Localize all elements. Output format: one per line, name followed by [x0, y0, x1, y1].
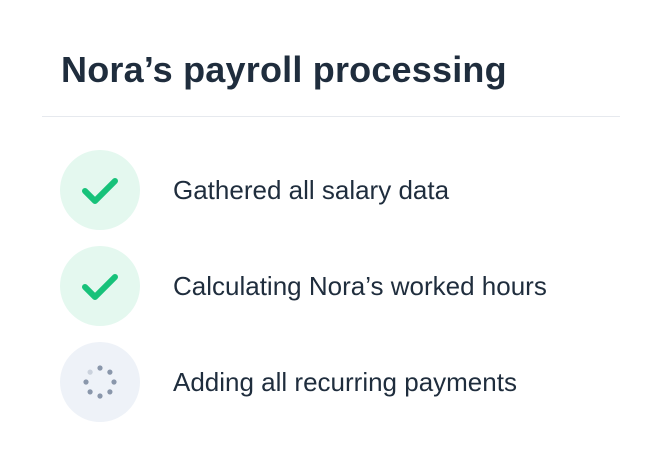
spinner-icon: [83, 365, 117, 399]
payroll-progress-card: Nora’s payroll processing Gathered all s…: [0, 0, 662, 464]
step-status-in-progress: [60, 342, 140, 422]
step-label: Gathered all salary data: [173, 175, 450, 205]
step-status-done: [60, 246, 140, 326]
step-label: Calculating Nora’s worked hours: [173, 271, 547, 301]
step-label: Adding all recurring payments: [173, 367, 517, 397]
step-list: Gathered all salary data Calculating Nor…: [0, 0, 662, 464]
step-item-recurring-payments: Adding all recurring payments: [60, 342, 620, 422]
step-status-done: [60, 150, 140, 230]
step-item-gather-salary: Gathered all salary data: [60, 150, 620, 230]
step-item-worked-hours: Calculating Nora’s worked hours: [60, 246, 620, 326]
check-icon: [82, 178, 118, 204]
check-icon: [82, 274, 118, 300]
